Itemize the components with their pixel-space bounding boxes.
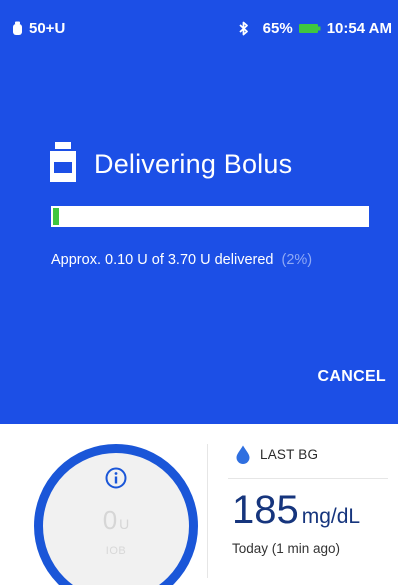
pod-reservoir-text: 50+U <box>29 20 66 37</box>
battery-percent-text: 65% <box>262 20 293 37</box>
bg-reading: 185 mg/dL <box>232 488 360 533</box>
status-bar: 50+U 65% 10:54 AM <box>0 0 398 40</box>
bolus-screen: 50+U 65% 10:54 AM Delivering Bolus Appro… <box>0 0 398 585</box>
status-left: 50+U <box>12 20 65 37</box>
iob-value-row: 0U <box>43 505 189 536</box>
iob-widget[interactable]: 0U IOB <box>34 444 198 585</box>
bolus-progress-bar <box>51 206 369 227</box>
home-dashboard: 0U IOB LAST BG 185 mg/dL Today (1 min ago… <box>0 424 398 585</box>
delivering-bolus-panel: 50+U 65% 10:54 AM Delivering Bolus Appro… <box>0 0 398 424</box>
delivered-amount-text: Approx. 0.10 U of 3.70 U delivered <box>51 252 274 268</box>
delivered-percent-text: (2%) <box>281 252 313 268</box>
cancel-bolus-button[interactable]: CANCEL <box>318 368 386 386</box>
bg-unit: mg/dL <box>301 505 361 528</box>
last-bg-divider <box>228 478 388 479</box>
iob-label: IOB <box>105 545 127 557</box>
pod-icon <box>12 21 23 36</box>
clock-text: 10:54 AM <box>326 20 392 37</box>
last-bg-label: LAST BG <box>260 447 319 462</box>
iob-value: 0 <box>102 505 118 535</box>
blood-drop-icon <box>236 445 250 464</box>
bolus-title: Delivering Bolus <box>94 149 293 179</box>
iob-content: 0U IOB <box>43 453 189 585</box>
bg-value: 185 <box>232 488 299 532</box>
panel-divider <box>207 444 208 578</box>
info-icon[interactable] <box>105 467 127 489</box>
status-right: 65% 10:54 AM <box>239 20 392 37</box>
insulin-bottle-icon <box>50 142 76 182</box>
bolus-progress-fill <box>53 208 59 225</box>
last-bg-header: LAST BG <box>236 445 318 464</box>
battery-icon <box>298 23 321 34</box>
iob-unit: U <box>119 516 130 532</box>
bg-timestamp: Today (1 min ago) <box>232 541 341 556</box>
bluetooth-icon <box>239 21 249 36</box>
bolus-progress-text: Approx. 0.10 U of 3.70 U delivered (2%) <box>51 252 312 268</box>
bolus-heading: Delivering Bolus <box>50 142 292 182</box>
